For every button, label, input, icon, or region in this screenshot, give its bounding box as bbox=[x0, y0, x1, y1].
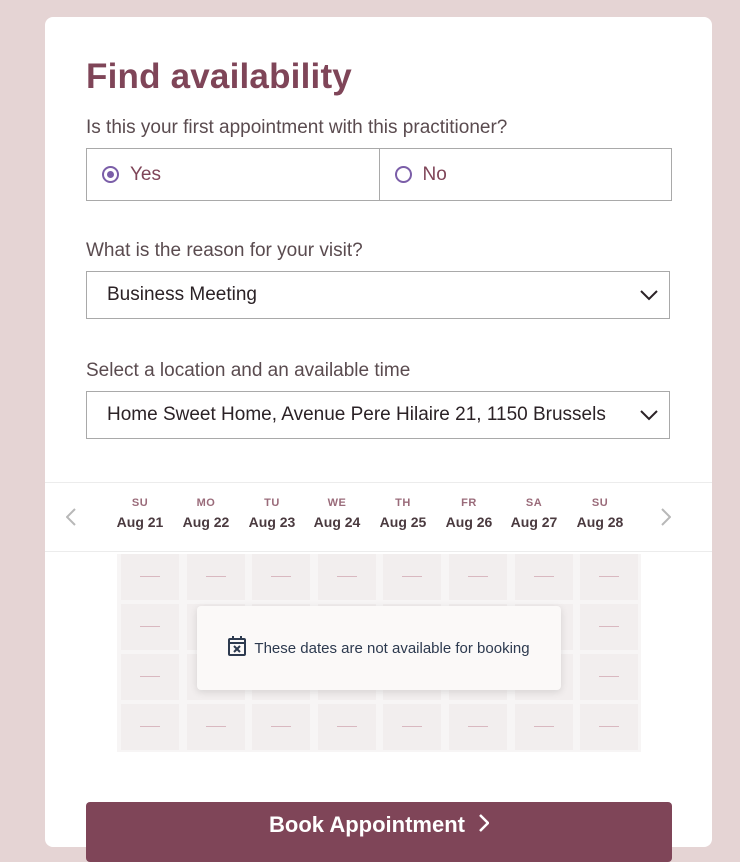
location-label: Select a location and an available time bbox=[86, 360, 411, 381]
location-select-value: Home Sweet Home, Avenue Pere Hilaire 21,… bbox=[107, 404, 606, 425]
calendar-x-icon bbox=[228, 635, 247, 661]
first-appointment-question: Is this your first appointment with this… bbox=[86, 117, 508, 138]
unavailable-slot bbox=[514, 554, 573, 600]
divider bbox=[45, 551, 712, 552]
chevron-left-icon[interactable] bbox=[59, 505, 83, 529]
unavailable-slot bbox=[580, 654, 639, 700]
date-label: Aug 27 bbox=[510, 514, 558, 530]
unavailable-slot bbox=[317, 704, 376, 750]
date-label: Aug 26 bbox=[445, 514, 493, 530]
date-label: Aug 23 bbox=[248, 514, 296, 530]
date-label: Aug 22 bbox=[182, 514, 230, 530]
chevron-down-icon bbox=[629, 272, 669, 318]
radio-unchecked-icon bbox=[394, 166, 412, 183]
date-label: Aug 28 bbox=[576, 514, 624, 530]
unavailable-slot bbox=[121, 554, 179, 600]
date-column[interactable]: TH Aug 25 bbox=[370, 497, 436, 530]
day-of-week-label: SU bbox=[591, 497, 609, 509]
day-of-week-label: FR bbox=[461, 497, 477, 509]
first-appointment-radio-group: Yes No bbox=[86, 148, 672, 201]
unavailable-slot bbox=[121, 704, 179, 750]
unavailable-slot bbox=[580, 704, 639, 750]
date-label: Aug 25 bbox=[379, 514, 427, 530]
unavailable-slot bbox=[186, 554, 245, 600]
date-label: Aug 21 bbox=[116, 514, 164, 530]
unavailable-slot bbox=[317, 554, 376, 600]
unavailable-slot bbox=[121, 604, 179, 650]
radio-option-no[interactable]: No bbox=[378, 149, 672, 200]
location-select[interactable]: Home Sweet Home, Avenue Pere Hilaire 21,… bbox=[86, 391, 670, 439]
unavailable-slot bbox=[383, 704, 442, 750]
chevron-down-icon bbox=[629, 392, 669, 438]
reason-label: What is the reason for your visit? bbox=[86, 240, 363, 261]
day-of-week-label: SA bbox=[525, 497, 543, 509]
chevron-right-icon[interactable] bbox=[654, 505, 678, 529]
reason-select-value: Business Meeting bbox=[107, 284, 257, 305]
unavailable-notice: These dates are not available for bookin… bbox=[197, 606, 561, 690]
date-label: Aug 24 bbox=[313, 514, 361, 530]
day-of-week-label: TU bbox=[264, 497, 280, 509]
unavailable-slot bbox=[252, 704, 311, 750]
unavailable-slot bbox=[121, 654, 179, 700]
day-of-week-label: SU bbox=[131, 497, 149, 509]
date-column[interactable]: TU Aug 23 bbox=[239, 497, 305, 530]
day-of-week-label: TH bbox=[395, 497, 411, 509]
date-navigation: SU Aug 21 MO Aug 22 TU Aug 23 WE Aug 24 TH Aug 25… bbox=[45, 483, 712, 551]
unavailable-slot bbox=[252, 554, 311, 600]
book-appointment-button[interactable]: Book Appointment bbox=[86, 802, 672, 862]
date-column[interactable]: MO Aug 22 bbox=[173, 497, 239, 530]
chevron-right-icon bbox=[479, 812, 490, 862]
radio-option-label: No bbox=[422, 163, 447, 185]
unavailable-slot bbox=[449, 554, 507, 600]
unavailable-slot bbox=[580, 554, 639, 600]
book-button-label: Book Appointment bbox=[269, 812, 465, 837]
date-column[interactable]: FR Aug 26 bbox=[436, 497, 502, 530]
page-title: Find availability bbox=[86, 57, 352, 96]
unavailable-slot bbox=[514, 704, 573, 750]
unavailable-slot bbox=[449, 704, 507, 750]
day-of-week-label: WE bbox=[327, 497, 347, 509]
radio-checked-icon bbox=[102, 166, 119, 183]
unavailable-slot bbox=[580, 604, 639, 650]
unavailable-slot bbox=[383, 554, 442, 600]
day-of-week-label: MO bbox=[196, 497, 216, 509]
date-column[interactable]: SU Aug 21 bbox=[107, 497, 173, 530]
reason-select[interactable]: Business Meeting bbox=[86, 271, 670, 319]
date-column[interactable]: SU Aug 28 bbox=[567, 497, 633, 530]
radio-option-yes[interactable]: Yes bbox=[87, 149, 379, 200]
date-column[interactable]: SA Aug 27 bbox=[501, 497, 567, 530]
unavailable-slot bbox=[186, 704, 245, 750]
availability-card: Find availability Is this your first app… bbox=[45, 17, 712, 862]
unavailable-notice-text: These dates are not available for bookin… bbox=[254, 639, 530, 657]
radio-option-label: Yes bbox=[130, 163, 161, 185]
date-column[interactable]: WE Aug 24 bbox=[304, 497, 370, 530]
